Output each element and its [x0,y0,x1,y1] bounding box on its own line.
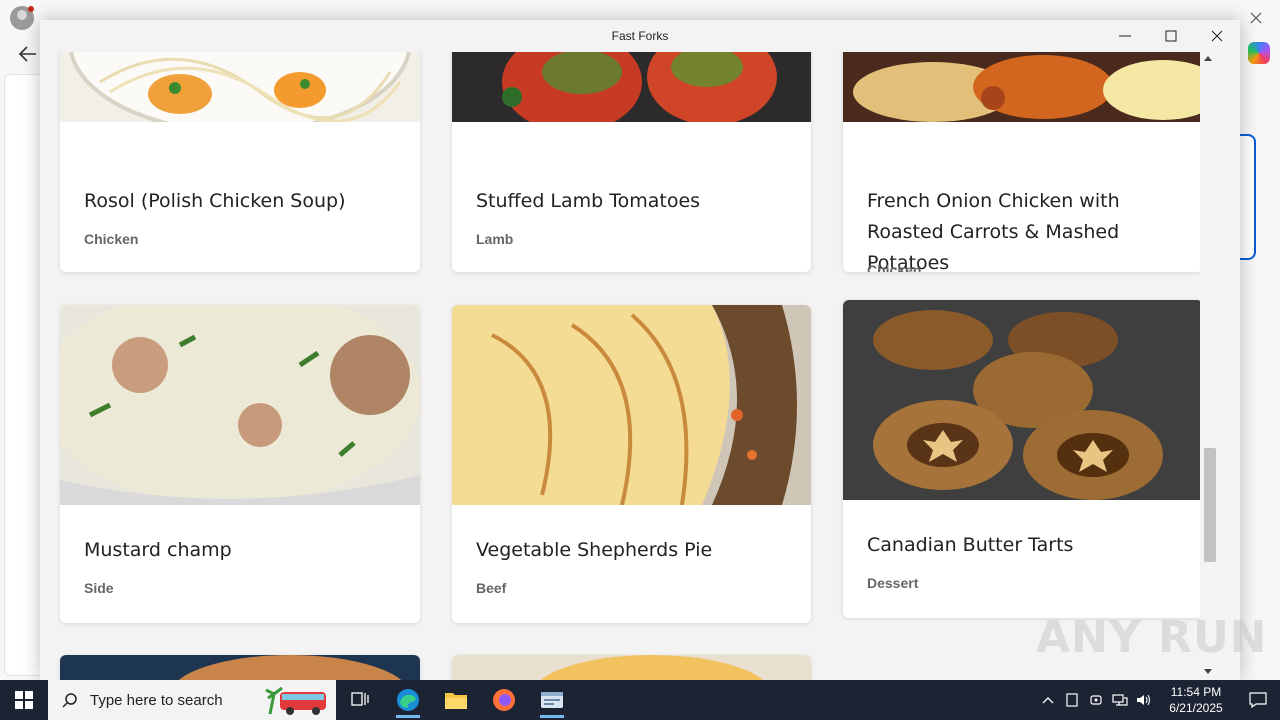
scroll-thumb[interactable] [1204,448,1216,562]
recipe-title: Rosol (Polish Chicken Soup) [84,190,346,212]
search-placeholder: Type here to search [90,691,223,709]
window-controls [1102,20,1240,52]
recipe-card[interactable] [60,655,420,680]
taskbar-search-box[interactable]: Type here to search [48,680,336,720]
minimize-button[interactable] [1102,20,1148,52]
recipe-title: Stuffed Lamb Tomatoes [476,190,701,212]
chevron-up-icon [1042,697,1054,704]
recipe-image [843,300,1203,500]
profile-notification-dot [28,6,34,12]
recipe-image [452,52,811,122]
notification-center-button[interactable] [1236,680,1280,720]
firefox-icon [493,689,515,711]
scroll-down-icon[interactable] [1204,669,1212,674]
recipe-card[interactable]: French Onion Chicken with Roasted Carrot… [843,52,1203,272]
close-icon [1211,30,1223,42]
recipe-category: Beef [476,580,507,596]
recipe-title: Canadian Butter Tarts [867,534,1074,556]
back-arrow-icon[interactable] [14,40,42,68]
search-highlight-icon [265,686,326,715]
recipe-card[interactable]: Rosol (Polish Chicken Soup) Chicken [60,52,420,272]
search-icon [62,693,77,708]
recipe-image [452,305,811,505]
recipe-image [452,655,811,680]
task-view-icon [351,692,369,706]
recipe-card[interactable]: Mustard champ Side [60,305,420,623]
fast-forks-taskbar-button[interactable] [528,680,576,720]
system-tray: 11:54 PM 6/21/2025 [1036,680,1280,720]
show-hidden-icons-button[interactable] [1036,680,1060,720]
recipe-image [843,52,1203,122]
watermark: ANY RUN [1036,612,1268,663]
tablet-icon[interactable] [1060,680,1084,720]
maximize-icon [1165,30,1177,42]
recipe-title: French Onion Chicken with Roasted Carrot… [867,190,1120,272]
recipe-image [60,52,420,122]
close-icon[interactable] [1244,6,1268,30]
scroll-up-icon[interactable] [1204,56,1212,61]
close-button[interactable] [1194,20,1240,52]
recipe-category: Chicken [867,262,922,272]
app-icon [541,692,563,708]
recipe-category: Chicken [84,231,139,247]
recipe-card[interactable]: Stuffed Lamb Tomatoes Lamb [452,52,811,272]
recipe-category: Lamb [476,231,514,247]
device-icon[interactable] [1084,680,1108,720]
recipe-title: Mustard champ [84,539,232,561]
clock-date: 6/21/2025 [1169,701,1223,715]
notification-icon [1249,692,1267,708]
minimize-icon [1119,35,1131,37]
recipe-card[interactable]: Canadian Butter Tarts Dessert [843,300,1203,618]
windows-start-icon [15,691,33,709]
recipe-category: Dessert [867,575,919,591]
start-button[interactable] [0,680,48,720]
taskbar-clock[interactable]: 11:54 PM 6/21/2025 [1156,684,1236,716]
network-icon[interactable] [1108,680,1132,720]
copilot-icon[interactable] [1248,42,1270,64]
recipe-card[interactable] [452,655,811,680]
recipe-category: Side [84,580,114,596]
window-title: Fast Forks [611,29,669,43]
title-bar[interactable]: Fast Forks [40,20,1240,52]
file-explorer-icon [445,693,467,709]
vertical-scrollbar[interactable] [1200,52,1220,680]
taskbar: Type here to search 11:54 PM 6/21/2025 [0,680,1280,720]
task-view-button[interactable] [336,680,384,720]
recipe-grid: Rosol (Polish Chicken Soup) Chicken Stuf… [40,52,1220,680]
firefox-button[interactable] [480,680,528,720]
edge-taskbar-button[interactable] [384,680,432,720]
recipe-image [60,305,420,505]
recipe-card[interactable]: Vegetable Shepherds Pie Beef [452,305,811,623]
volume-icon[interactable] [1132,680,1156,720]
recipe-title: Vegetable Shepherds Pie [476,539,713,561]
app-window: Fast Forks Rosol (Polish Chicken Soup) C… [40,20,1240,680]
clock-time: 11:54 PM [1170,685,1222,699]
maximize-button[interactable] [1148,20,1194,52]
edge-icon [397,689,419,711]
file-explorer-button[interactable] [432,680,480,720]
recipe-image [60,655,420,680]
